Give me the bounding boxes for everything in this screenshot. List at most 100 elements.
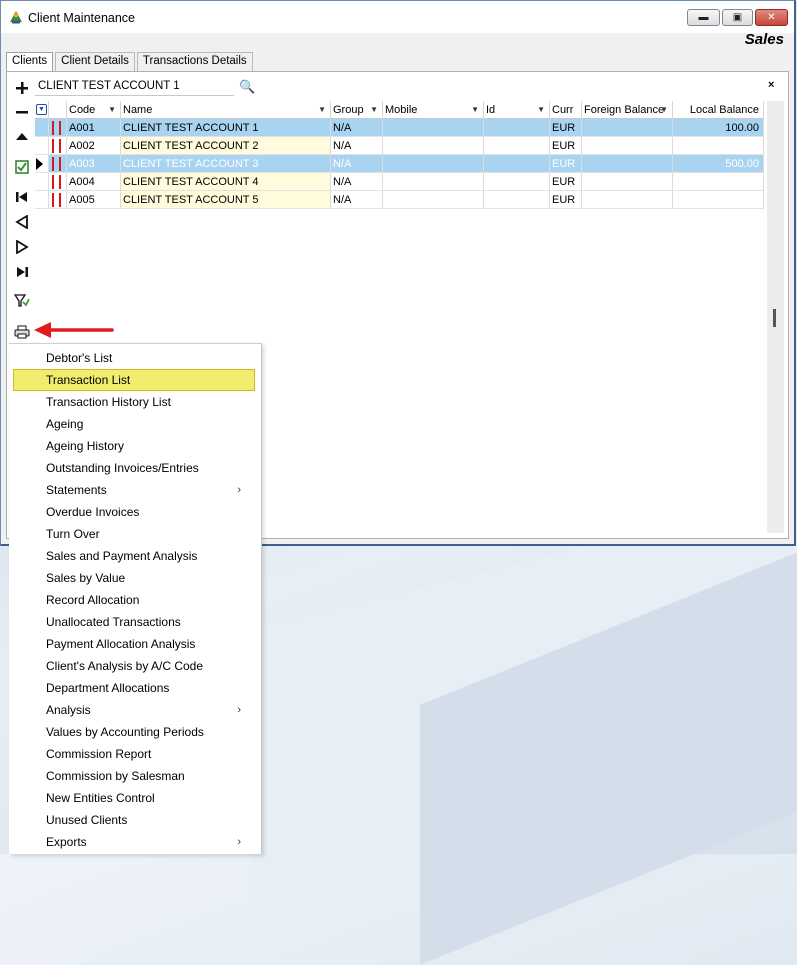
tab-transactions-details[interactable]: Transactions Details [136, 52, 253, 71]
menu-item-payment-allocation-analysis[interactable]: Payment Allocation Analysis [13, 633, 255, 655]
cell-mobile[interactable] [383, 155, 484, 173]
row-select-cell[interactable] [35, 155, 49, 173]
row-select-cell[interactable] [35, 191, 49, 209]
cell-name[interactable]: CLIENT TEST ACCOUNT 4 [121, 173, 331, 191]
menu-item-ageing-history[interactable]: Ageing History [13, 435, 255, 457]
table-row-selected[interactable]: A003 CLIENT TEST ACCOUNT 3 N/A EUR 500.0… [35, 155, 764, 173]
menu-item-transaction-list[interactable]: Transaction List [13, 369, 255, 391]
cell-name[interactable]: CLIENT TEST ACCOUNT 3 [121, 155, 331, 173]
sort-arrow-icon[interactable]: ▼ [370, 101, 378, 118]
cell-local-balance[interactable] [673, 191, 764, 209]
menu-item-values-by-accounting-periods[interactable]: Values by Accounting Periods [13, 721, 255, 743]
sort-arrow-icon[interactable]: ▼ [537, 101, 545, 118]
print-button[interactable] [9, 321, 34, 343]
search-input[interactable] [35, 77, 234, 96]
row-select-cell[interactable] [35, 137, 49, 155]
cell-name[interactable]: CLIENT TEST ACCOUNT 2 [121, 137, 331, 155]
menu-item-department-allocations[interactable]: Department Allocations [13, 677, 255, 699]
previous-record-button[interactable] [9, 211, 34, 233]
edit-button[interactable] [9, 156, 34, 178]
filter-button[interactable] [9, 290, 34, 312]
next-record-button[interactable] [9, 236, 34, 258]
cell-id[interactable] [484, 191, 550, 209]
scrollbar-thumb[interactable] [773, 309, 776, 327]
menu-item-unused-clients[interactable]: Unused Clients [13, 809, 255, 831]
column-header-foreign-balance[interactable]: Foreign Balance ▼ [582, 101, 673, 119]
menu-item-turn-over[interactable]: Turn Over [13, 523, 255, 545]
cell-id[interactable] [484, 137, 550, 155]
menu-item-debtors-list[interactable]: Debtor's List [13, 347, 255, 369]
cell-code[interactable]: A005 [67, 191, 121, 209]
table-row[interactable]: A004 CLIENT TEST ACCOUNT 4 N/A EUR [35, 173, 764, 191]
cell-code[interactable]: A003 [67, 155, 121, 173]
find-binoculars-icon[interactable]: 🔍 [239, 79, 255, 95]
move-up-button[interactable] [9, 126, 34, 148]
last-record-button[interactable] [9, 261, 34, 283]
column-header-curr[interactable]: Curr [550, 101, 582, 119]
cell-foreign-balance[interactable] [582, 191, 673, 209]
table-row[interactable]: A005 CLIENT TEST ACCOUNT 5 N/A EUR [35, 191, 764, 209]
cell-code[interactable]: A004 [67, 173, 121, 191]
cell-group[interactable]: N/A [331, 137, 383, 155]
cell-curr[interactable]: EUR [550, 155, 582, 173]
tab-clients[interactable]: Clients [6, 52, 54, 72]
menu-item-exports[interactable]: Exports › [13, 831, 255, 853]
sort-arrow-icon[interactable]: ▼ [471, 101, 479, 118]
cell-group[interactable]: N/A [331, 173, 383, 191]
tab-client-details[interactable]: Client Details [55, 52, 135, 71]
close-button[interactable]: ✕ [755, 9, 788, 26]
cell-code[interactable]: A002 [67, 137, 121, 155]
cell-group[interactable]: N/A [331, 119, 383, 137]
column-chooser[interactable]: ▼ [35, 101, 49, 119]
column-header-group[interactable]: Group ▼ [331, 101, 383, 119]
row-select-cell[interactable] [35, 173, 49, 191]
sort-arrow-icon[interactable]: ▼ [660, 101, 668, 118]
cell-code[interactable]: A001 [67, 119, 121, 137]
add-button[interactable] [9, 77, 34, 99]
menu-item-sales-payment-analysis[interactable]: Sales and Payment Analysis [13, 545, 255, 567]
column-header-mobile[interactable]: Mobile ▼ [383, 101, 484, 119]
maximize-button[interactable]: ▣ [722, 9, 753, 26]
cell-name[interactable]: CLIENT TEST ACCOUNT 5 [121, 191, 331, 209]
cell-foreign-balance[interactable] [582, 119, 673, 137]
minimize-button[interactable]: ▬ [687, 9, 720, 26]
cell-foreign-balance[interactable] [582, 137, 673, 155]
vertical-scrollbar[interactable] [767, 101, 784, 533]
menu-item-new-entities-control[interactable]: New Entities Control [13, 787, 255, 809]
row-select-cell[interactable] [35, 119, 49, 137]
menu-item-commission-by-salesman[interactable]: Commission by Salesman [13, 765, 255, 787]
cell-curr[interactable]: EUR [550, 137, 582, 155]
cell-mobile[interactable] [383, 137, 484, 155]
remove-button[interactable] [9, 101, 34, 123]
menu-item-transaction-history-list[interactable]: Transaction History List [13, 391, 255, 413]
cell-mobile[interactable] [383, 119, 484, 137]
first-record-button[interactable] [9, 186, 34, 208]
cell-local-balance[interactable] [673, 173, 764, 191]
cell-group[interactable]: N/A [331, 191, 383, 209]
cell-curr[interactable]: EUR [550, 191, 582, 209]
cell-foreign-balance[interactable] [582, 155, 673, 173]
cell-group[interactable]: N/A [331, 155, 383, 173]
menu-item-record-allocation[interactable]: Record Allocation [13, 589, 255, 611]
title-bar[interactable]: Client Maintenance ▬ ▣ ✕ [1, 1, 794, 33]
cell-name[interactable]: CLIENT TEST ACCOUNT 1 [121, 119, 331, 137]
cell-foreign-balance[interactable] [582, 173, 673, 191]
cell-local-balance[interactable]: 500.00 [673, 155, 764, 173]
cell-local-balance[interactable] [673, 137, 764, 155]
menu-item-overdue-invoices[interactable]: Overdue Invoices [13, 501, 255, 523]
menu-item-statements[interactable]: Statements › [13, 479, 255, 501]
menu-item-commission-report[interactable]: Commission Report [13, 743, 255, 765]
menu-item-ageing[interactable]: Ageing [13, 413, 255, 435]
column-header-name[interactable]: Name ▼ [121, 101, 331, 119]
menu-item-unallocated-transactions[interactable]: Unallocated Transactions [13, 611, 255, 633]
column-header-local-balance[interactable]: Local Balance [673, 101, 764, 119]
cell-local-balance[interactable]: 100.00 [673, 119, 764, 137]
menu-item-clients-analysis-ac-code[interactable]: Client's Analysis by A/C Code [13, 655, 255, 677]
column-header-code[interactable]: Code ▼ [67, 101, 121, 119]
cell-curr[interactable]: EUR [550, 119, 582, 137]
cell-mobile[interactable] [383, 191, 484, 209]
cell-mobile[interactable] [383, 173, 484, 191]
cell-id[interactable] [484, 173, 550, 191]
menu-item-sales-by-value[interactable]: Sales by Value [13, 567, 255, 589]
sort-arrow-icon[interactable]: ▼ [108, 101, 116, 118]
